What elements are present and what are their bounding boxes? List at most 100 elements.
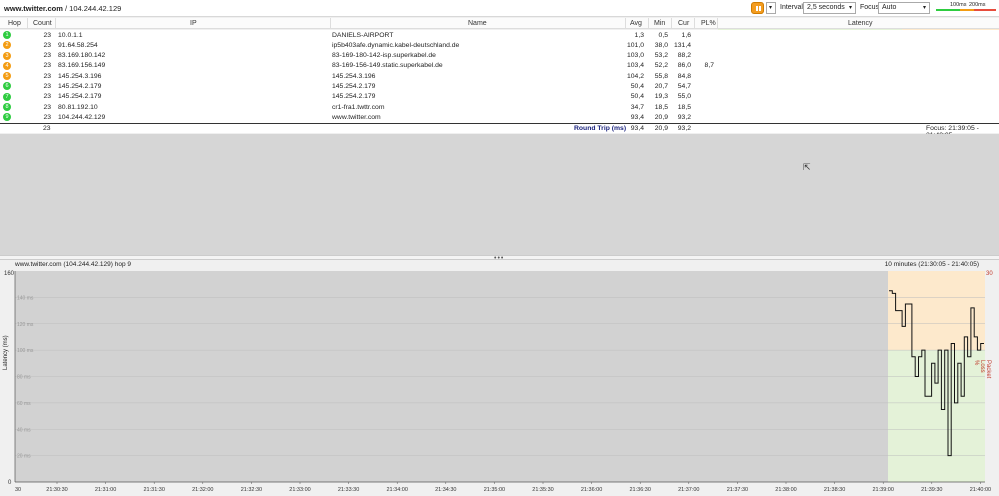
y-max-label: 160 bbox=[4, 271, 15, 277]
hop-row[interactable]: 8 23 80.81.192.10 cr1-fra1.twttr.com 34,7 18,… bbox=[0, 102, 999, 113]
hop-row[interactable]: 7 23 145.254.2.179 145.254.2.179 50,4 19,3 55,… bbox=[0, 91, 999, 103]
pane-splitter[interactable]: ••• bbox=[0, 255, 999, 262]
pause-menu-dropdown[interactable]: ▾ bbox=[766, 2, 776, 14]
toolbar: www.twitter.com / 104.244.42.129 ▾ Inter… bbox=[0, 0, 999, 17]
hop-cur: 86,0 bbox=[677, 62, 691, 70]
col-ip[interactable]: IP bbox=[190, 20, 197, 27]
hop-name: DANIELS-AIRPORT bbox=[332, 31, 394, 39]
hop-ip: 145.254.2.179 bbox=[58, 93, 102, 101]
hop-row[interactable]: 6 23 145.254.2.179 145.254.2.179 50,4 20,7 54,… bbox=[0, 81, 999, 92]
hop-row[interactable]: 1 23 10.0.1.1 DANIELS-AIRPORT 1,3 0,5 1,6 bbox=[0, 30, 999, 41]
y-axis-right-label: Packet Loss % bbox=[973, 360, 991, 379]
legend-100-label: 100ms bbox=[950, 2, 967, 8]
hop-min: 38,0 bbox=[654, 41, 668, 49]
x-tick-label: 21:34:00 bbox=[386, 487, 407, 493]
focus-select[interactable]: Auto ▾ bbox=[878, 2, 930, 14]
hop-min: 0,5 bbox=[658, 31, 668, 39]
hop-min: 19,3 bbox=[654, 93, 668, 101]
col-avg[interactable]: Avg bbox=[630, 20, 642, 27]
hop-name: 83-169-180-142-isp.superkabel.de bbox=[332, 52, 436, 60]
hop-row[interactable]: 9 23 104.244.42.129 www.twitter.com 93,4 20,9… bbox=[0, 112, 999, 123]
hop-ip: 91.64.58.254 bbox=[58, 41, 98, 49]
hop-name: 145.254.2.179 bbox=[332, 82, 376, 90]
hop-row[interactable]: 3 23 83.169.180.142 83-169-180-142-isp.supe… bbox=[0, 50, 999, 61]
col-min[interactable]: Min bbox=[654, 20, 665, 27]
hop-number-badge: 2 bbox=[3, 41, 11, 50]
hop-count: 23 bbox=[43, 103, 51, 111]
y-tick-label: 80 ms bbox=[17, 375, 31, 381]
x-tick-label: 21:31:00 bbox=[95, 487, 116, 493]
hop-cur: 88,2 bbox=[677, 52, 691, 60]
col-hop[interactable]: Hop bbox=[8, 20, 21, 27]
x-tick-label: 21:32:00 bbox=[192, 487, 213, 493]
hop-name: 145.254.3.196 bbox=[332, 72, 376, 80]
interval-label: Interval bbox=[780, 4, 803, 11]
pause-button[interactable] bbox=[751, 2, 764, 14]
target-host: www.twitter.com bbox=[4, 4, 63, 13]
hop-cur: 55,0 bbox=[677, 93, 691, 101]
col-count[interactable]: Count bbox=[33, 20, 52, 27]
hop-count: 23 bbox=[43, 82, 51, 90]
x-tick-label: 21:36:00 bbox=[581, 487, 602, 493]
hop-avg: 34,7 bbox=[630, 103, 644, 111]
col-cur[interactable]: Cur bbox=[678, 20, 689, 27]
hop-row[interactable]: 4 23 83.169.156.149 83-169-156-149.static.s… bbox=[0, 60, 999, 72]
col-latency[interactable]: Latency bbox=[848, 20, 873, 27]
focus-label: Focus bbox=[860, 4, 880, 11]
target-ip: / 104.244.42.129 bbox=[65, 4, 122, 13]
hop-row[interactable]: 5 23 145.254.3.196 145.254.3.196 104,2 55,8 84… bbox=[0, 71, 999, 82]
hop-cur: 18,5 bbox=[677, 103, 691, 111]
summary-cur: 93,2 bbox=[677, 125, 691, 132]
x-tick-label: 21:32:30 bbox=[241, 487, 262, 493]
hop-count: 23 bbox=[43, 72, 51, 80]
x-tick-label: 21:38:00 bbox=[775, 487, 796, 493]
y-min-label: 0 bbox=[8, 480, 12, 486]
hop-cur: 1,6 bbox=[681, 31, 691, 39]
y-tick-label: 140 ms bbox=[17, 295, 34, 301]
x-tick-label: 21:33:00 bbox=[289, 487, 310, 493]
summary-avg: 93,4 bbox=[630, 125, 644, 132]
splitter-grip-icon: ••• bbox=[494, 255, 505, 262]
hop-count: 23 bbox=[43, 31, 51, 39]
x-tick-label: 21:34:30 bbox=[435, 487, 456, 493]
legend-200-label: 200ms bbox=[969, 2, 986, 8]
x-tick-label: 21:35:00 bbox=[484, 487, 505, 493]
hop-name: www.twitter.com bbox=[332, 113, 381, 121]
hop-name: ip5b403afe.dynamic.kabel-deutschland.de bbox=[332, 41, 460, 49]
trace-rows: 1 23 10.0.1.1 DANIELS-AIRPORT 1,3 0,5 1,6 2 23 91… bbox=[0, 30, 999, 123]
hop-name: cr1-fra1.twttr.com bbox=[332, 103, 385, 111]
y-right-max-label: 30 bbox=[986, 271, 993, 277]
hop-number-badge: 9 bbox=[3, 113, 11, 122]
x-tick-label: 21:31:30 bbox=[143, 487, 164, 493]
hop-ip: 83.169.180.142 bbox=[58, 52, 106, 60]
col-name[interactable]: Name bbox=[468, 20, 487, 27]
hop-number-badge: 1 bbox=[3, 31, 11, 39]
hop-ip: 83.169.156.149 bbox=[58, 62, 106, 70]
hop-min: 55,8 bbox=[654, 72, 668, 80]
summary-count: 23 bbox=[43, 125, 51, 132]
legend-red-bar bbox=[974, 9, 996, 11]
hop-number-badge: 5 bbox=[3, 72, 11, 81]
hop-name: 145.254.2.179 bbox=[332, 93, 376, 101]
hop-ip: 145.254.3.196 bbox=[58, 72, 102, 80]
hop-avg: 93,4 bbox=[630, 113, 644, 121]
trace-grid-header: Hop Count IP Name Avg Min Cur PL% Latenc… bbox=[0, 18, 999, 29]
hop-ip: 145.254.2.179 bbox=[58, 82, 102, 90]
hop-ip: 104.244.42.129 bbox=[58, 113, 106, 121]
legend-orange-bar bbox=[960, 9, 974, 11]
col-pl[interactable]: PL% bbox=[701, 20, 716, 27]
chevron-down-icon: ▾ bbox=[922, 5, 926, 11]
y-tick-label: 100 ms bbox=[17, 348, 34, 354]
hop-row[interactable]: 2 23 91.64.58.254 ip5b403afe.dynamic.kabel-… bbox=[0, 40, 999, 51]
y-tick-label: 20 ms bbox=[17, 454, 31, 460]
hop-min: 53,2 bbox=[654, 52, 668, 60]
y-tick-label: 120 ms bbox=[17, 322, 34, 328]
interval-select[interactable]: 2,5 seconds ▾ bbox=[803, 2, 856, 14]
hop-count: 23 bbox=[43, 113, 51, 121]
hop-cur: 131,4 bbox=[673, 41, 691, 49]
chevron-down-icon: ▾ bbox=[768, 5, 772, 11]
x-tick-label: 21:33:30 bbox=[338, 487, 359, 493]
hop-count: 23 bbox=[43, 52, 51, 60]
legend-green-bar bbox=[936, 9, 960, 11]
timeline-graph: 140 ms 120 ms 100 ms 80 ms 60 ms 40 ms 20 ms 16… bbox=[4, 271, 993, 493]
